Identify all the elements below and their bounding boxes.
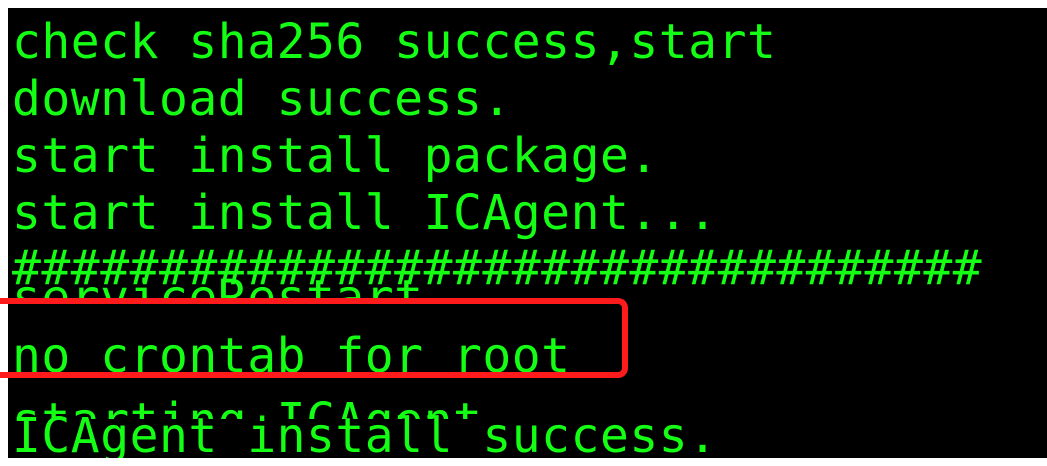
terminal-line: ICAgent install success. [12, 408, 718, 458]
terminal-window: check sha256 success,start download succ… [8, 8, 1047, 458]
terminal-line: start install ICAgent... [12, 185, 718, 241]
terminal-line: start install package. [12, 128, 659, 184]
terminal-line: download success. [12, 71, 512, 127]
highlight-annotation-box [0, 298, 628, 378]
terminal-line: check sha256 success,start [12, 14, 777, 70]
